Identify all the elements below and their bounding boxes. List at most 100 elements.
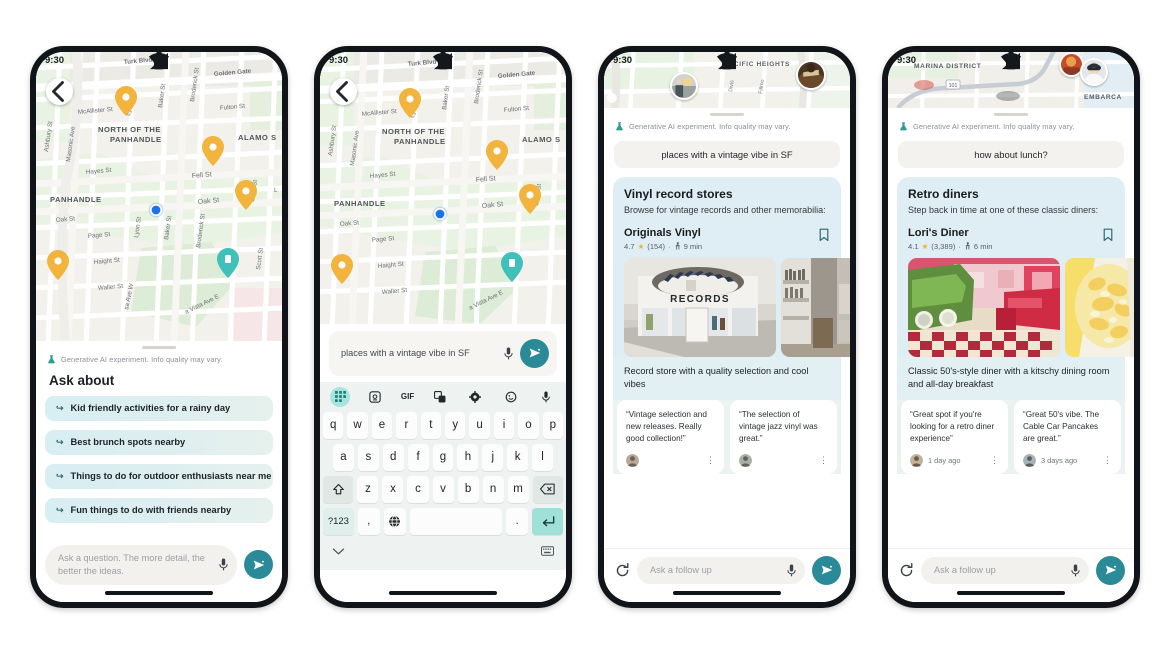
avatar[interactable]	[670, 71, 698, 100]
review-more-icon[interactable]: ⋮	[1103, 455, 1112, 465]
chat-scroll-4[interactable]: how about lunch? Retro diners Step back …	[888, 137, 1134, 602]
backspace-key[interactable]	[532, 475, 564, 503]
sheet-grabber[interactable]	[142, 345, 176, 349]
review-text: “Vintage selection and new releases. Rea…	[626, 409, 707, 443]
key-s[interactable]: s	[357, 443, 379, 471]
review-card[interactable]: “Great spot if you're looking for a retr…	[901, 399, 1008, 474]
map-view-1[interactable]: Turk Blvd Golden Gate McAllister St Fult…	[36, 51, 282, 341]
review-more-icon[interactable]: ⋮	[706, 455, 715, 465]
place-rating: 4.7	[624, 241, 635, 251]
suggestion-chip[interactable]: ↪ Fun things to do with friends nearby	[45, 497, 273, 523]
refresh-button[interactable]	[613, 562, 630, 578]
followup-input-field[interactable]: Ask a follow up	[921, 556, 1089, 584]
space-key[interactable]	[409, 507, 503, 535]
symbols-key[interactable]: ?123	[323, 507, 354, 535]
review-more-icon[interactable]: ⋮	[819, 455, 828, 465]
record-store-front-photo[interactable]: RECORDS	[624, 257, 776, 357]
key-b[interactable]: b	[457, 475, 479, 503]
shift-key[interactable]	[322, 475, 354, 503]
place-photo-strip[interactable]	[908, 257, 1134, 357]
send-button[interactable]	[812, 555, 841, 585]
record-store-interior-photo[interactable]	[781, 257, 850, 357]
place-photo-strip[interactable]: RECORDS	[624, 257, 850, 357]
key-y[interactable]: y	[445, 411, 466, 439]
key-w[interactable]: w	[347, 411, 368, 439]
send-button[interactable]	[1096, 555, 1125, 585]
suggestion-chip[interactable]: ↪ Things to do for outdoor enthusiasts n…	[45, 463, 273, 489]
ask-input-placeholder: Ask a question. The more detail, the bet…	[58, 553, 205, 576]
sticker-icon[interactable]	[365, 387, 385, 407]
key-d[interactable]: d	[382, 443, 404, 471]
chat-scroll-3[interactable]: places with a vintage vibe in SF Vinyl r…	[604, 137, 850, 602]
collapse-keyboard-button[interactable]	[332, 543, 345, 561]
suggestion-label: Things to do for outdoor enthusiasts nea…	[70, 471, 272, 481]
refresh-icon	[900, 562, 913, 576]
key-o[interactable]: o	[518, 411, 539, 439]
key-g[interactable]: g	[432, 443, 454, 471]
diner-interior-photo[interactable]	[908, 257, 1060, 357]
emoji-icon[interactable]	[501, 387, 521, 407]
comma-key[interactable]: ,	[357, 507, 380, 535]
diner-food-photo[interactable]	[1065, 257, 1134, 357]
microphone-icon[interactable]	[503, 347, 514, 360]
period-key[interactable]: .	[506, 507, 529, 535]
followup-input-field[interactable]: Ask a follow up	[637, 556, 805, 584]
refresh-button[interactable]	[897, 562, 914, 578]
key-i[interactable]: i	[493, 411, 515, 439]
send-button[interactable]	[244, 550, 273, 580]
lab-flask-icon	[900, 121, 907, 130]
key-u[interactable]: u	[469, 411, 490, 439]
back-button[interactable]	[46, 77, 73, 105]
back-button[interactable]	[330, 77, 357, 105]
suggestion-chip[interactable]: ↪ Kid friendly activities for a rainy da…	[45, 395, 273, 421]
microphone-icon[interactable]	[1070, 564, 1081, 577]
microphone-icon[interactable]	[536, 387, 556, 407]
query-input-field[interactable]: places with a vintage vibe in SF	[329, 330, 557, 376]
microphone-icon[interactable]	[218, 558, 229, 571]
review-card[interactable]: “Vintage selection and new releases. Rea…	[617, 399, 724, 474]
key-l[interactable]: l	[532, 443, 554, 471]
review-footer: 1 day ago ⋮	[910, 453, 999, 467]
bookmark-button[interactable]	[1102, 227, 1114, 247]
bookmark-button[interactable]	[818, 227, 830, 247]
review-card[interactable]: “The selection of vintage jazz vinyl was…	[730, 399, 837, 474]
key-n[interactable]: n	[482, 475, 504, 503]
review-more-icon[interactable]: ⋮	[990, 455, 999, 465]
key-j[interactable]: j	[482, 443, 504, 471]
key-p[interactable]: p	[542, 411, 564, 439]
key-k[interactable]: k	[507, 443, 529, 471]
svg-text:EMBARCA: EMBARCA	[1084, 94, 1122, 101]
key-r[interactable]: r	[396, 411, 417, 439]
ask-input-field[interactable]: Ask a question. The more detail, the bet…	[45, 545, 237, 585]
gif-icon[interactable]: GIF	[401, 387, 414, 407]
keyboard-switch-button[interactable]	[541, 543, 554, 561]
map-view-3[interactable]: PACIFIC HEIGHTS Divis Fillmo 9:30	[604, 51, 850, 108]
key-m[interactable]: m	[507, 475, 529, 503]
language-key[interactable]	[383, 507, 406, 535]
microphone-icon[interactable]	[786, 564, 797, 577]
map-view-4[interactable]: 101 MARINA DISTRICT EMBARCA 9:30	[888, 51, 1134, 108]
send-button[interactable]	[520, 338, 549, 368]
sheet-grabber[interactable]	[994, 112, 1028, 116]
key-e[interactable]: e	[371, 411, 393, 439]
settings-gear-icon[interactable]	[465, 387, 485, 407]
key-h[interactable]: h	[457, 443, 479, 471]
key-z[interactable]: z	[357, 475, 379, 503]
sheet-grabber[interactable]	[710, 112, 744, 116]
key-q[interactable]: q	[322, 411, 344, 439]
translate-icon[interactable]	[430, 387, 450, 407]
suggestion-chip[interactable]: ↪ Best brunch spots nearby	[45, 429, 273, 455]
review-card[interactable]: “Great 50's vibe. The Cable Car Pancakes…	[1014, 399, 1121, 474]
enter-key[interactable]	[532, 507, 563, 535]
map-view-2[interactable]: Turk Blvd Golden Gate McAllister St Fult…	[320, 51, 566, 324]
key-a[interactable]: a	[333, 443, 354, 471]
place-card[interactable]: Originals Vinyl 4.7 ★ (154) · 9 min RECO…	[613, 224, 850, 357]
phone-4-screen: 101 MARINA DISTRICT EMBARCA 9:30 Generat…	[888, 51, 1134, 602]
key-t[interactable]: t	[420, 411, 441, 439]
key-f[interactable]: f	[407, 443, 429, 471]
key-v[interactable]: v	[432, 475, 454, 503]
place-card[interactable]: Lori's Diner 4.1 ★ (3,389) · 6 min	[897, 224, 1134, 357]
key-c[interactable]: c	[407, 475, 429, 503]
key-x[interactable]: x	[382, 475, 404, 503]
apps-grid-icon[interactable]	[330, 386, 350, 407]
